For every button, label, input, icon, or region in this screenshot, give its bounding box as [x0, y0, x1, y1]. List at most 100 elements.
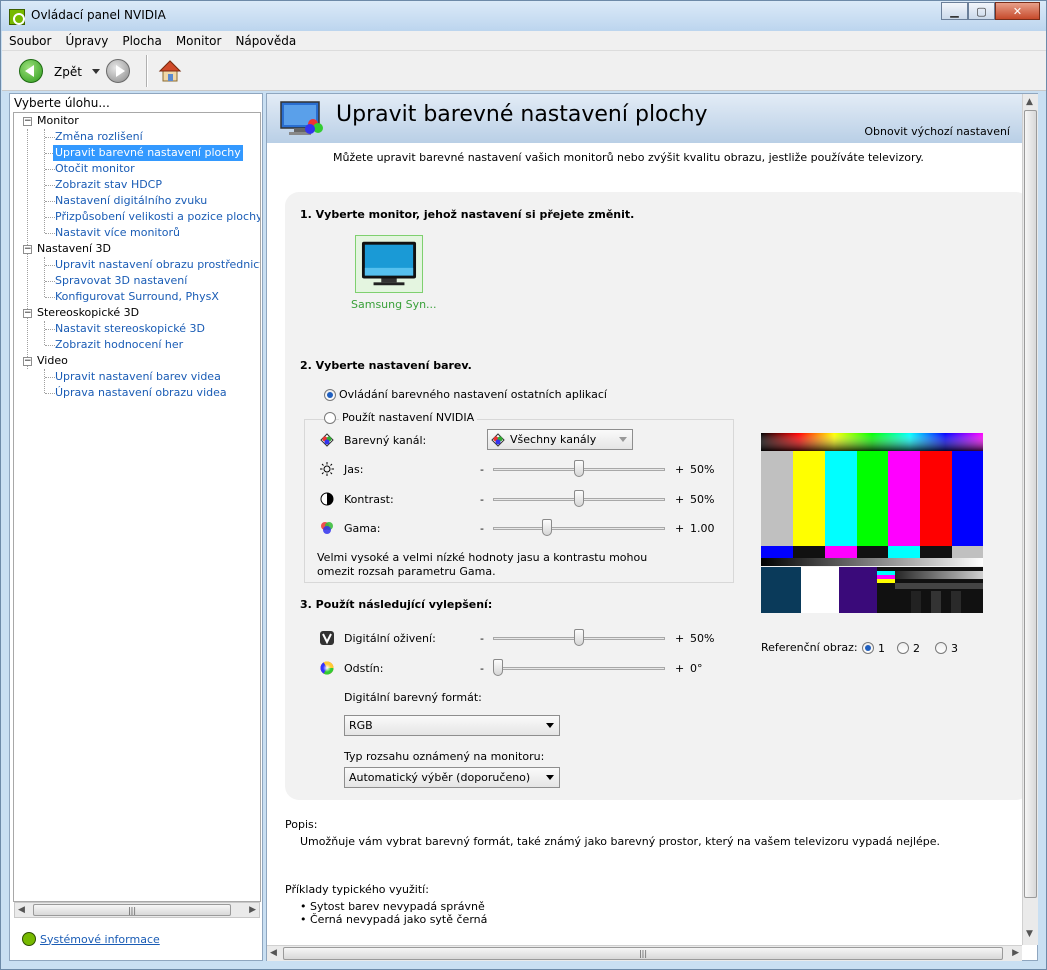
contrast-slider[interactable]: [493, 489, 665, 509]
dynamic-range-select[interactable]: Automatický výběr (doporučeno): [344, 767, 560, 788]
digital-vibrance-slider[interactable]: [493, 628, 665, 648]
restore-defaults-link[interactable]: Obnovit výchozí nastavení: [864, 125, 1010, 138]
menu-soubor[interactable]: Soubor: [2, 34, 58, 48]
tree-category-video[interactable]: Video: [37, 353, 68, 369]
reference-option-3[interactable]: 3: [951, 642, 958, 655]
tree-item-game-ratings[interactable]: Zobrazit hodnocení her: [55, 337, 183, 353]
chevron-down-icon: [546, 723, 554, 728]
reference-radio-3[interactable]: [935, 642, 947, 654]
collapse-video-icon[interactable]: −: [23, 357, 32, 366]
menu-plocha[interactable]: Plocha: [115, 34, 168, 48]
monitor-tile[interactable]: [355, 235, 423, 293]
tree-item-adjust-desktop-color[interactable]: Upravit barevné nastavení plochy: [53, 145, 243, 161]
hue-label: Odstín:: [344, 662, 384, 675]
tree-item-video-color[interactable]: Upravit nastavení barev videa: [55, 369, 221, 385]
content-vertical-scrollbar[interactable]: ▲ ▼: [1022, 94, 1038, 945]
tree-item-manage-3d-settings[interactable]: Spravovat 3D nastavení: [55, 273, 187, 289]
contrast-icon: [320, 492, 334, 506]
menu-upravy[interactable]: Úpravy: [58, 34, 115, 48]
collapse-stereoscopic-icon[interactable]: −: [23, 309, 32, 318]
digital-vibrance-slider-knob[interactable]: [574, 629, 584, 646]
hue-slider[interactable]: [493, 658, 665, 678]
scroll-thumb[interactable]: |||: [33, 904, 231, 916]
reference-radio-2[interactable]: [897, 642, 909, 654]
vertical-scroll-thumb[interactable]: [1024, 110, 1037, 898]
section3-heading: 3. Použít následující vylepšení:: [300, 598, 493, 611]
brightness-plus: +: [675, 463, 685, 476]
scroll-up-icon[interactable]: ▲: [1026, 97, 1033, 107]
color-channel-select[interactable]: Všechny kanály: [487, 429, 633, 450]
tree-item-digital-audio[interactable]: Nastavení digitálního zvuku: [55, 193, 207, 209]
forward-arrow-icon[interactable]: [106, 59, 130, 83]
tree-item-rotate-display[interactable]: Otočit monitor: [55, 161, 135, 177]
desktop-color-icon: [280, 101, 323, 135]
reference-option-1[interactable]: 1: [878, 642, 885, 655]
tree-item-desktop-size-position[interactable]: Přizpůsobení velikosti a pozice plochy: [55, 209, 260, 225]
tree-item-hdcp-status[interactable]: Zobrazit stav HDCP: [55, 177, 162, 193]
home-icon[interactable]: [158, 59, 182, 83]
tree-item-video-image[interactable]: Úprava nastavení obrazu videa: [55, 385, 227, 401]
page-title: Upravit barevné nastavení plochy: [336, 102, 708, 127]
tree-category-3d-settings[interactable]: Nastavení 3D: [37, 241, 111, 257]
radio-nvidia-label[interactable]: Použít nastavení NVIDIA: [339, 411, 478, 424]
hue-plus: +: [675, 662, 685, 675]
radio-other-apps[interactable]: [324, 389, 336, 401]
maximize-button[interactable]: ▢: [968, 2, 995, 20]
tree-category-stereoscopic-3d[interactable]: Stereoskopické 3D: [37, 305, 139, 321]
menu-monitor[interactable]: Monitor: [169, 34, 229, 48]
scroll-left-icon[interactable]: ◀: [270, 948, 277, 958]
scroll-down-icon[interactable]: ▼: [1026, 929, 1033, 939]
content-pane: Upravit barevné nastavení plochy Obnovit…: [266, 93, 1038, 961]
content-horizontal-scrollbar[interactable]: ◀ ||| ▶: [267, 945, 1022, 961]
reference-option-2[interactable]: 2: [913, 642, 920, 655]
tree-item-change-resolution[interactable]: Změna rozlišení: [55, 129, 143, 145]
horizontal-scroll-thumb[interactable]: |||: [283, 947, 1003, 960]
tree-item-image-settings-preview[interactable]: Upravit nastavení obrazu prostřednictvím…: [55, 257, 260, 273]
hue-icon: [320, 661, 334, 675]
brightness-minus: -: [480, 463, 484, 476]
gamma-label: Gama:: [344, 522, 381, 535]
example-item-text: Sytost barev nevypadá správně: [310, 900, 485, 913]
menu-napoveda[interactable]: Nápověda: [228, 34, 303, 48]
tree-horizontal-scrollbar[interactable]: ◀ ||| ▶: [14, 902, 260, 918]
tree-category-monitor[interactable]: Monitor: [37, 113, 79, 129]
gamma-slider-knob[interactable]: [542, 519, 552, 536]
contrast-slider-knob[interactable]: [574, 490, 584, 507]
brightness-slider-knob[interactable]: [574, 460, 584, 477]
tree-item-setup-stereoscopic[interactable]: Nastavit stereoskopické 3D: [55, 321, 205, 337]
title-bar[interactable]: Ovládací panel NVIDIA ▁ ▢ ✕: [1, 1, 1046, 31]
back-label[interactable]: Zpět: [54, 65, 82, 79]
reference-radio-1[interactable]: [862, 642, 874, 654]
tree-item-surround-physx[interactable]: Konfigurovat Surround, PhysX: [55, 289, 219, 305]
radio-nvidia[interactable]: [324, 412, 336, 424]
system-info-icon: [22, 932, 36, 946]
system-info-link[interactable]: Systémové informace: [22, 932, 160, 946]
scroll-right-icon[interactable]: ▶: [1012, 948, 1019, 958]
nvidia-app-icon: [9, 9, 25, 25]
brightness-value: 50%: [690, 463, 715, 476]
gamma-slider[interactable]: [493, 518, 665, 538]
collapse-monitor-icon[interactable]: −: [23, 117, 32, 126]
color-format-select[interactable]: RGB: [344, 715, 560, 736]
brightness-icon: [320, 462, 334, 476]
minimize-button[interactable]: ▁: [941, 2, 968, 20]
back-arrow-icon[interactable]: [19, 59, 43, 83]
window-title: Ovládací panel NVIDIA: [31, 8, 166, 22]
dynamic-range-label: Typ rozsahu oznámený na monitoru:: [344, 750, 545, 763]
system-info-label[interactable]: Systémové informace: [40, 933, 160, 946]
hue-slider-knob[interactable]: [493, 659, 503, 676]
scroll-left-icon[interactable]: ◀: [18, 905, 25, 915]
close-button[interactable]: ✕: [995, 2, 1040, 20]
tree-item-multiple-displays[interactable]: Nastavit více monitorů: [55, 225, 180, 241]
history-dropdown-icon[interactable]: [92, 69, 100, 74]
color-channel-label: Barevný kanál:: [344, 434, 427, 447]
task-pane-header: Vyberte úlohu...: [14, 96, 110, 110]
brightness-slider[interactable]: [493, 459, 665, 479]
collapse-3d-settings-icon[interactable]: −: [23, 245, 32, 254]
task-pane: Vyberte úlohu... − Monitor Změna rozliše…: [9, 93, 263, 961]
radio-other-apps-label[interactable]: Ovládání barevného nastavení ostatních a…: [339, 388, 607, 401]
contrast-value: 50%: [690, 493, 715, 506]
digital-vibrance-label: Digitální oživení:: [344, 632, 436, 645]
scroll-right-icon[interactable]: ▶: [249, 905, 256, 915]
digital-vibrance-value: 50%: [690, 632, 715, 645]
